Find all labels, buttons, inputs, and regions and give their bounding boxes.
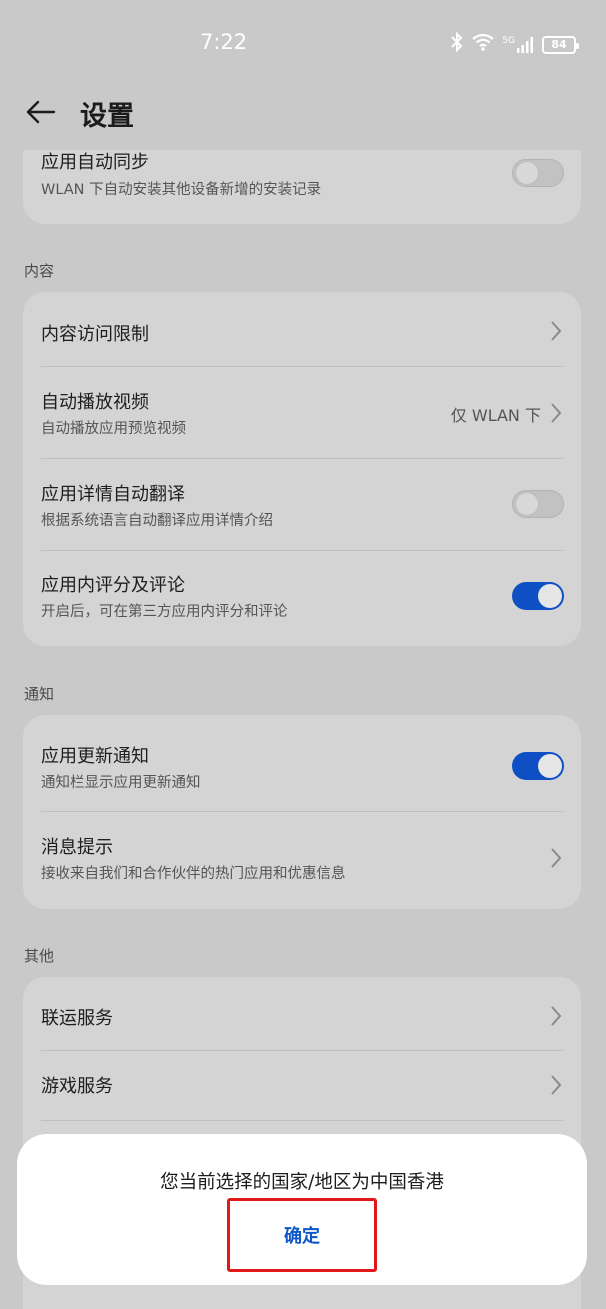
content-access-limit-row[interactable]: 内容访问限制: [23, 292, 581, 366]
battery-icon: 84: [542, 35, 579, 54]
auto-sync-subtitle: WLAN 下自动安装其他设备新增的安装记录: [41, 182, 322, 198]
back-arrow-icon[interactable]: [24, 96, 56, 128]
chevron-right-icon: [551, 403, 562, 423]
autoplay-video-title: 自动播放视频: [41, 392, 149, 413]
update-notify-toggle[interactable]: [512, 752, 564, 780]
game-service-title: 游戏服务: [41, 1076, 113, 1097]
bluetooth-icon: [450, 31, 464, 57]
section-label-other: 其他: [24, 947, 55, 965]
section-label-content: 内容: [24, 262, 55, 280]
in-app-rating-subtitle: 开启后，可在第三方应用内评分和评论: [41, 604, 288, 620]
signal-icon: 5G: [502, 36, 534, 54]
chevron-right-icon: [551, 848, 562, 868]
chevron-right-icon: [551, 321, 562, 341]
content-access-limit-title: 内容访问限制: [41, 324, 149, 345]
divider: [41, 1120, 563, 1121]
dialog-message: 您当前选择的国家/地区为中国香港: [160, 1172, 444, 1193]
auto-translate-row[interactable]: 应用详情自动翻译 根据系统语言自动翻译应用详情介绍: [23, 459, 581, 550]
wifi-icon: [472, 33, 494, 56]
auto-translate-toggle[interactable]: [512, 490, 564, 518]
network-type: 5G: [502, 35, 515, 46]
auto-sync-toggle[interactable]: [512, 159, 564, 187]
toggle-knob: [515, 161, 539, 185]
toggle-knob: [515, 492, 539, 516]
message-prompt-row[interactable]: 消息提示 接收来自我们和合作伙伴的热门应用和优惠信息: [23, 812, 581, 909]
autoplay-video-subtitle: 自动播放应用预览视频: [41, 421, 186, 437]
auto-translate-subtitle: 根据系统语言自动翻译应用详情介绍: [41, 513, 273, 529]
in-app-rating-toggle[interactable]: [512, 582, 564, 610]
message-prompt-title: 消息提示: [41, 837, 113, 858]
chevron-right-icon: [551, 1006, 562, 1026]
status-time: 7:22: [200, 30, 248, 54]
joint-ops-row[interactable]: 联运服务: [23, 977, 581, 1050]
content-card: 内容访问限制 自动播放视频 自动播放应用预览视频 仅 WLAN 下 应用详情自动…: [23, 292, 581, 646]
notify-card: 应用更新通知 通知栏显示应用更新通知 消息提示 接收来自我们和合作伙伴的热门应用…: [23, 715, 581, 909]
autoplay-video-row[interactable]: 自动播放视频 自动播放应用预览视频 仅 WLAN 下: [23, 367, 581, 458]
battery-level: 84: [551, 38, 567, 51]
auto-sync-title: 应用自动同步: [41, 152, 149, 173]
joint-ops-title: 联运服务: [41, 1008, 113, 1029]
auto-translate-title: 应用详情自动翻译: [41, 484, 185, 505]
update-notify-subtitle: 通知栏显示应用更新通知: [41, 775, 201, 791]
game-service-row[interactable]: 游戏服务: [23, 1051, 581, 1120]
sync-card: 应用自动同步 WLAN 下自动安装其他设备新增的安装记录: [23, 150, 581, 224]
region-dialog: 您当前选择的国家/地区为中国香港 确定: [17, 1134, 587, 1285]
toggle-knob: [538, 754, 562, 778]
chevron-right-icon: [551, 1075, 562, 1095]
app-header: 设置: [0, 88, 606, 150]
update-notify-row[interactable]: 应用更新通知 通知栏显示应用更新通知: [23, 715, 581, 811]
autoplay-video-value: 仅 WLAN 下: [450, 406, 541, 425]
section-label-notify: 通知: [24, 685, 55, 703]
in-app-rating-title: 应用内评分及评论: [41, 575, 185, 596]
status-icons: 5G 84: [450, 31, 579, 57]
confirm-button[interactable]: 确定: [227, 1198, 377, 1272]
toggle-knob: [538, 584, 562, 608]
message-prompt-subtitle: 接收来自我们和合作伙伴的热门应用和优惠信息: [41, 866, 346, 882]
update-notify-title: 应用更新通知: [41, 746, 149, 767]
page-title: 设置: [80, 101, 134, 132]
in-app-rating-row[interactable]: 应用内评分及评论 开启后，可在第三方应用内评分和评论: [23, 551, 581, 646]
status-bar: 7:22 5G 84: [0, 0, 606, 88]
auto-sync-row[interactable]: 应用自动同步 WLAN 下自动安装其他设备新增的安装记录: [23, 150, 581, 224]
